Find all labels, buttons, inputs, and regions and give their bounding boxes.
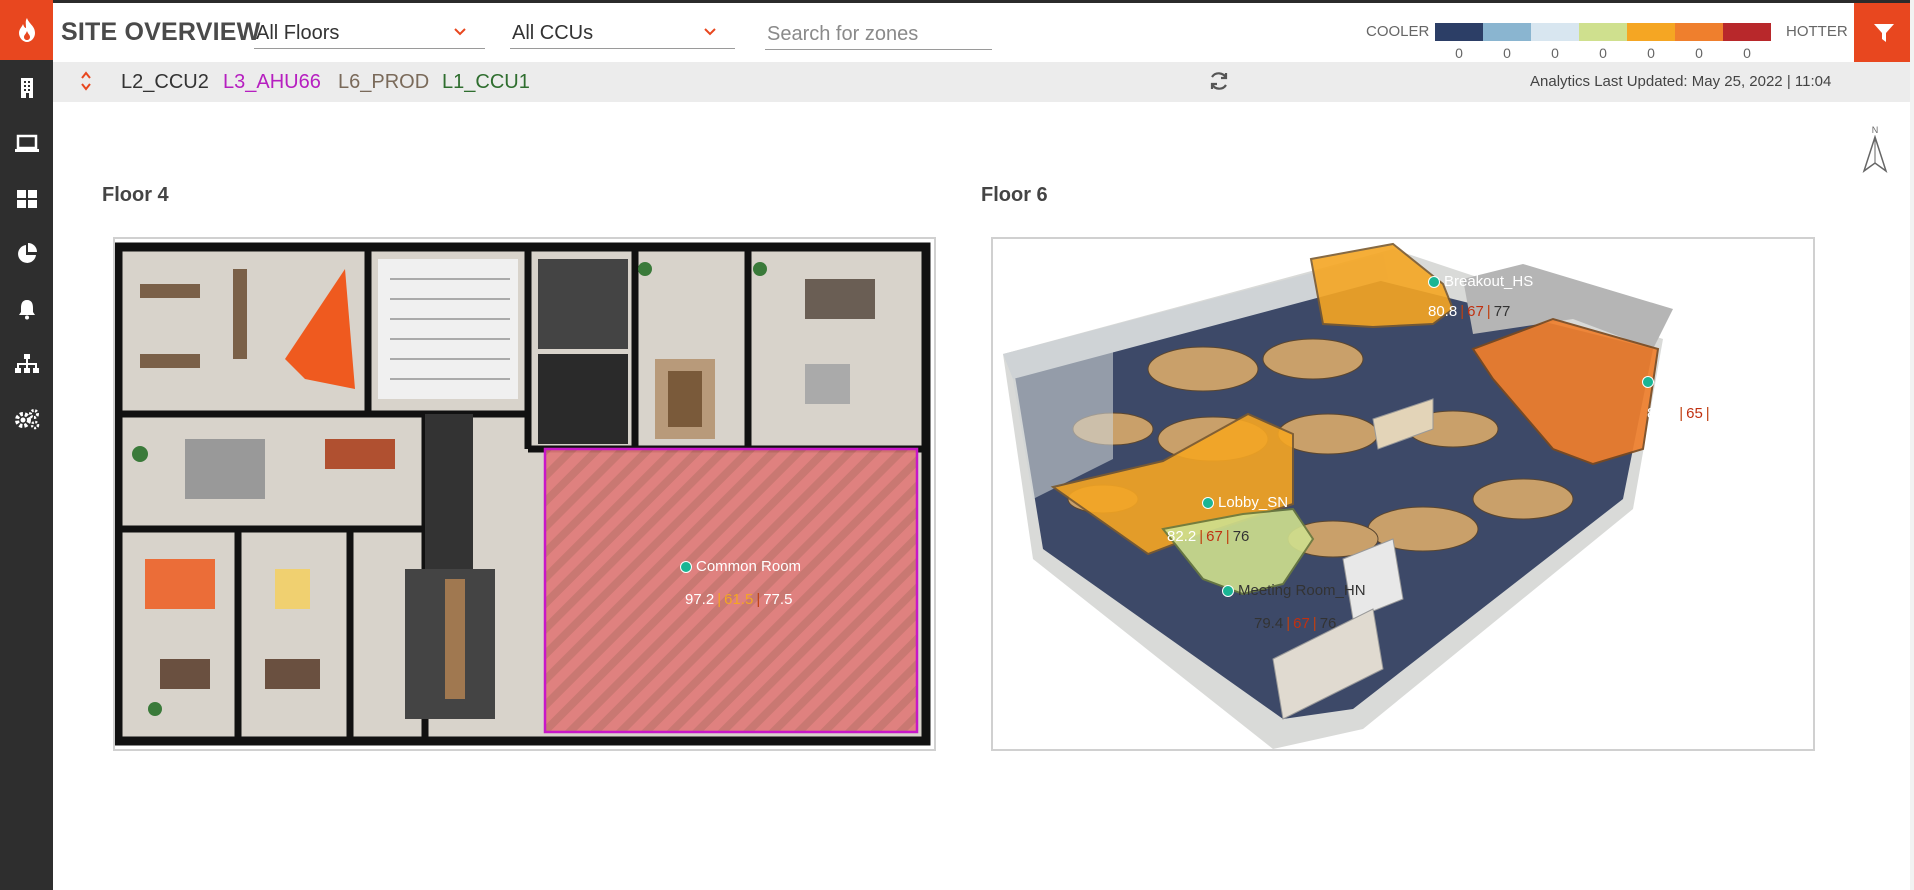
zone-values-lobby-sn: 82.2 | 67 | 76 <box>1167 528 1250 545</box>
filter-button[interactable] <box>1854 3 1914 63</box>
legend-count: 0 <box>1455 45 1463 61</box>
top-bar: SITE OVERVIEW All Floors All CCUs COOLER… <box>53 0 1914 63</box>
zone-current-temp: 79.4 <box>1254 615 1284 632</box>
ccu-tag-l6-prod[interactable]: L6_PROD <box>338 71 429 94</box>
laptop-icon[interactable] <box>0 124 53 164</box>
zone-setpoint: 67 <box>1293 615 1310 632</box>
zone-status-dot <box>680 560 692 573</box>
zone-name: Cubicles_OTN <box>1658 373 1756 390</box>
legend-cooler-label: COOLER <box>1366 23 1430 40</box>
page-scrollbar[interactable] <box>1910 0 1914 890</box>
legend-count: 0 <box>1551 45 1559 61</box>
zone-current-temp: 97.2 <box>685 591 715 608</box>
floor-plan-floor-6[interactable]: Breakout_HS 80.8 | 67 | 77 Cubicles_OTN 83.2… <box>991 237 1815 751</box>
dashboard-icon[interactable] <box>0 179 53 219</box>
legend-swatch <box>1723 23 1771 41</box>
left-sidebar <box>0 0 53 890</box>
ccu-tag-l2-ccu2[interactable]: L2_CCU2 <box>121 71 209 94</box>
floor-title: Floor 4 <box>102 184 169 206</box>
floor-4-plan-drawing <box>115 239 934 749</box>
zone-values-meeting-room-hn: 79.4 | 67 | 76 <box>1254 615 1337 632</box>
zone-target: 77.5 <box>763 591 793 608</box>
zone-values-common-room: 97.2 | 61.5 | 77.5 <box>685 591 793 608</box>
ccu-select-value: All CCUs <box>512 22 594 44</box>
legend-count: 0 <box>1647 45 1655 61</box>
zone-values-cubicles-otn: 83.2 | 65 | 78 <box>1647 405 1730 422</box>
zone-label-cubicles-otn[interactable]: Cubicles_OTN <box>1642 373 1756 390</box>
legend-count: 0 <box>1503 45 1511 61</box>
legend-swatch <box>1579 23 1627 41</box>
legend-hotter-label: HOTTER <box>1786 23 1848 40</box>
legend-swatch <box>1483 23 1531 41</box>
zone-target: 76 <box>1232 528 1250 545</box>
legend-swatch <box>1675 23 1723 41</box>
floor-select-value: All Floors <box>256 22 340 44</box>
pie-chart-icon[interactable] <box>0 234 53 274</box>
zone-target: 78 <box>1712 405 1730 422</box>
ccu-select[interactable]: All CCUs <box>510 19 735 49</box>
zone-status-dot <box>1222 584 1234 597</box>
floor-plan-floor-4[interactable]: Common Room 97.2 | 61.5 | 77.5 <box>113 237 936 751</box>
filter-icon <box>1874 24 1894 42</box>
zone-current-temp: 82.2 <box>1167 528 1197 545</box>
zone-current-temp: 80.8 <box>1428 303 1458 320</box>
zone-setpoint: 61.5 <box>724 591 754 608</box>
zone-label-meeting-room-hn[interactable]: Meeting Room_HN <box>1222 582 1366 599</box>
zone-setpoint: 67 <box>1206 528 1223 545</box>
ccu-bar: L2_CCU2 L3_AHU66 L6_PROD L1_CCU1 Analyti… <box>53 62 1914 102</box>
zone-label-lobby-sn[interactable]: Lobby_SN <box>1202 494 1288 511</box>
zone-search-input[interactable] <box>765 19 992 50</box>
zone-name: Meeting Room_HN <box>1238 582 1366 599</box>
compass-label: N <box>1871 125 1879 135</box>
analytics-last-updated: Analytics Last Updated: May 25, 2022 | 1… <box>1530 73 1832 90</box>
zone-label-common-room[interactable]: Common Room <box>680 558 801 575</box>
zone-name: Common Room <box>696 558 802 575</box>
legend-count: 0 <box>1599 45 1607 61</box>
building-icon[interactable] <box>0 68 53 108</box>
chevron-down-icon <box>704 28 716 36</box>
floor-title: Floor 6 <box>981 184 1048 206</box>
flame-logo-icon[interactable] <box>0 0 53 60</box>
page-title: SITE OVERVIEW <box>61 18 261 46</box>
zone-label-breakout-hs[interactable]: Breakout_HS <box>1428 273 1533 290</box>
chevron-down-icon <box>454 28 466 36</box>
sort-icon[interactable] <box>80 70 92 92</box>
zone-target: 76 <box>1319 615 1337 632</box>
ccu-tag-l1-ccu1[interactable]: L1_CCU1 <box>442 71 530 94</box>
legend-swatch <box>1627 23 1675 41</box>
zone-values-breakout-hs: 80.8 | 67 | 77 <box>1428 303 1511 320</box>
zone-status-dot <box>1202 496 1214 509</box>
north-compass-icon: N <box>1862 125 1888 178</box>
zone-target: 77 <box>1493 303 1511 320</box>
legend-count: 0 <box>1695 45 1703 61</box>
legend-count: 0 <box>1743 45 1751 61</box>
floor-select[interactable]: All Floors <box>254 19 485 49</box>
hierarchy-icon[interactable] <box>0 344 53 384</box>
floor-6-plan-drawing <box>993 239 1813 749</box>
zone-status-dot <box>1428 275 1440 288</box>
refresh-icon[interactable] <box>1208 70 1230 92</box>
temperature-legend <box>1435 23 1771 41</box>
zone-current-temp: 83.2 <box>1647 405 1677 422</box>
ccu-tag-l3-ahu66[interactable]: L3_AHU66 <box>223 71 321 94</box>
zone-name: Breakout_HS <box>1444 273 1534 290</box>
legend-swatch <box>1435 23 1483 41</box>
zone-name: Lobby_SN <box>1218 494 1289 511</box>
legend-swatch <box>1531 23 1579 41</box>
settings-gears-icon[interactable] <box>0 399 53 439</box>
legend-counts: 0 0 0 0 0 0 0 <box>1435 45 1771 61</box>
zone-setpoint: 65 <box>1686 405 1703 422</box>
zone-setpoint: 67 <box>1467 303 1484 320</box>
bell-icon[interactable] <box>0 289 53 329</box>
zone-status-dot <box>1642 375 1654 388</box>
